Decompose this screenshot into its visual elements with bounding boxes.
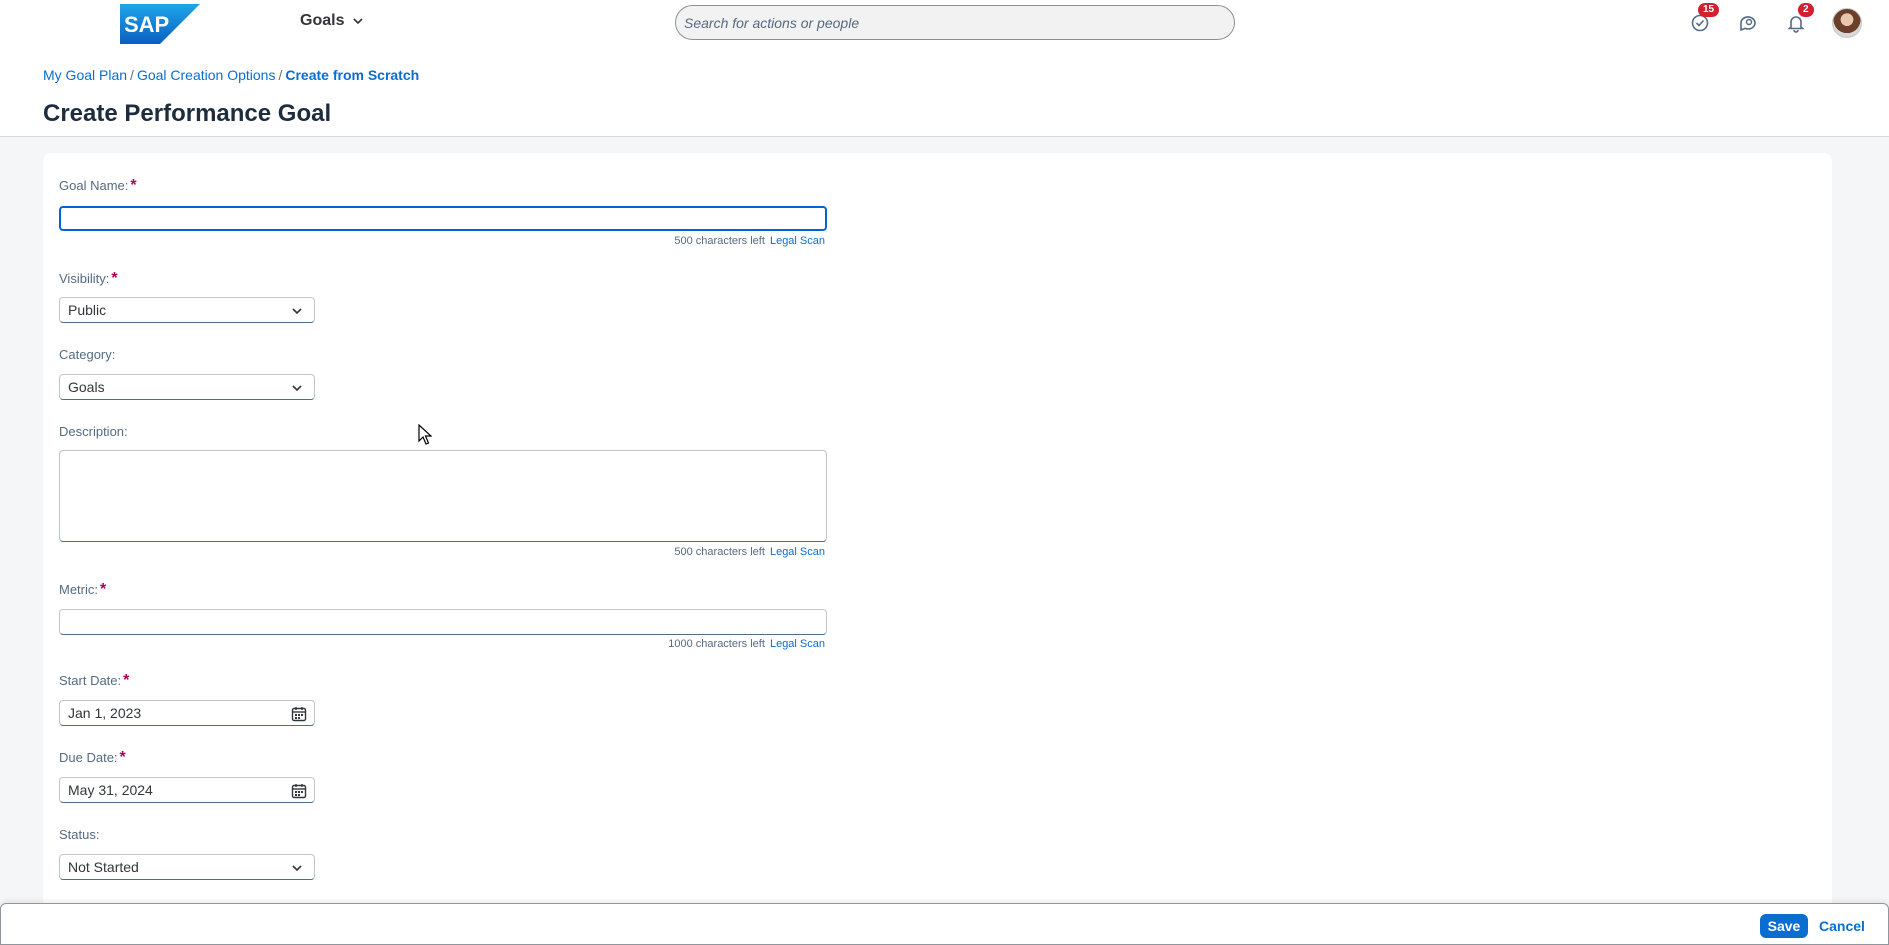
due-date-label: Due Date: * <box>59 749 126 766</box>
description-textarea[interactable] <box>60 451 826 541</box>
category-select[interactable]: Goals <box>59 374 315 400</box>
search-field[interactable] <box>675 5 1235 40</box>
save-button[interactable]: Save <box>1760 914 1808 938</box>
start-date-picker[interactable]: Jan 1, 2023 <box>59 700 315 726</box>
required-asterisk: * <box>130 177 137 194</box>
goal-name-field[interactable] <box>59 206 827 231</box>
visibility-label: Visibility: * <box>59 270 118 287</box>
calendar-icon[interactable] <box>290 782 308 800</box>
required-asterisk: * <box>119 749 126 766</box>
svg-text:SAP: SAP <box>124 12 169 37</box>
category-value: Goals <box>68 379 105 395</box>
status-label: Status: <box>59 827 100 842</box>
required-asterisk: * <box>100 581 107 598</box>
category-label: Category: <box>59 347 116 362</box>
metric-counter: 1000 characters left Legal Scan <box>668 638 825 650</box>
search-input[interactable] <box>684 14 1234 31</box>
legal-scan-link[interactable]: Legal Scan <box>770 546 825 558</box>
notifications-button[interactable]: 2 <box>1784 3 1814 35</box>
avatar[interactable] <box>1832 8 1862 38</box>
page-header: My Goal Plan / Goal Creation Options / Creat… <box>0 46 1889 137</box>
page-title: Create Performance Goal <box>43 100 332 127</box>
visibility-value: Public <box>68 302 107 318</box>
required-asterisk: * <box>111 270 118 287</box>
chevron-down-icon <box>292 865 302 872</box>
calendar-icon[interactable] <box>290 705 308 723</box>
breadcrumb-goal-creation-options[interactable]: Goal Creation Options <box>137 67 276 83</box>
goal-name-label: Goal Name: * <box>59 177 137 194</box>
start-date-value: Jan 1, 2023 <box>68 705 142 721</box>
app-title-label: Goals <box>300 12 345 29</box>
goal-name-input[interactable] <box>61 208 825 229</box>
chevron-down-icon <box>353 18 364 25</box>
tasks-button[interactable]: 15 <box>1688 3 1720 35</box>
description-field[interactable] <box>59 450 827 542</box>
description-counter: 500 characters left Legal Scan <box>674 546 825 558</box>
breadcrumb: My Goal Plan / Goal Creation Options / Creat… <box>43 67 419 83</box>
due-date-picker[interactable]: May 31, 2024 <box>59 777 315 803</box>
status-select[interactable]: Not Started <box>59 854 315 880</box>
metric-field[interactable] <box>59 609 827 635</box>
status-value: Not Started <box>68 859 139 875</box>
joule-button[interactable] <box>1736 11 1760 35</box>
legal-scan-link[interactable]: Legal Scan <box>770 235 825 247</box>
sap-logo[interactable]: SAP <box>120 4 200 44</box>
breadcrumb-my-goal-plan[interactable]: My Goal Plan <box>43 67 127 83</box>
app-title-menu[interactable]: Goals <box>300 12 364 30</box>
shell-bar: SAP Goals 15 2 <box>0 0 1889 46</box>
due-date-value: May 31, 2024 <box>68 782 153 798</box>
cancel-button[interactable]: Cancel <box>1819 914 1865 938</box>
visibility-select[interactable]: Public <box>59 297 315 323</box>
tasks-badge: 15 <box>1698 3 1720 17</box>
notifications-badge: 2 <box>1798 3 1814 17</box>
mouse-cursor-icon <box>418 424 432 445</box>
metric-label: Metric: * <box>59 581 107 598</box>
metric-input[interactable] <box>60 610 826 634</box>
required-asterisk: * <box>123 672 130 689</box>
chevron-down-icon <box>292 385 302 392</box>
footer-toolbar: Save Cancel <box>0 903 1889 945</box>
chevron-down-icon <box>292 308 302 315</box>
goal-name-counter: 500 characters left Legal Scan <box>674 235 825 247</box>
legal-scan-link[interactable]: Legal Scan <box>770 638 825 650</box>
start-date-label: Start Date: * <box>59 672 130 689</box>
breadcrumb-current: Create from Scratch <box>285 67 420 83</box>
breadcrumb-separator: / <box>130 67 134 83</box>
breadcrumb-separator: / <box>278 67 283 83</box>
assistant-icon <box>1740 16 1756 32</box>
description-label: Description: <box>59 424 128 439</box>
